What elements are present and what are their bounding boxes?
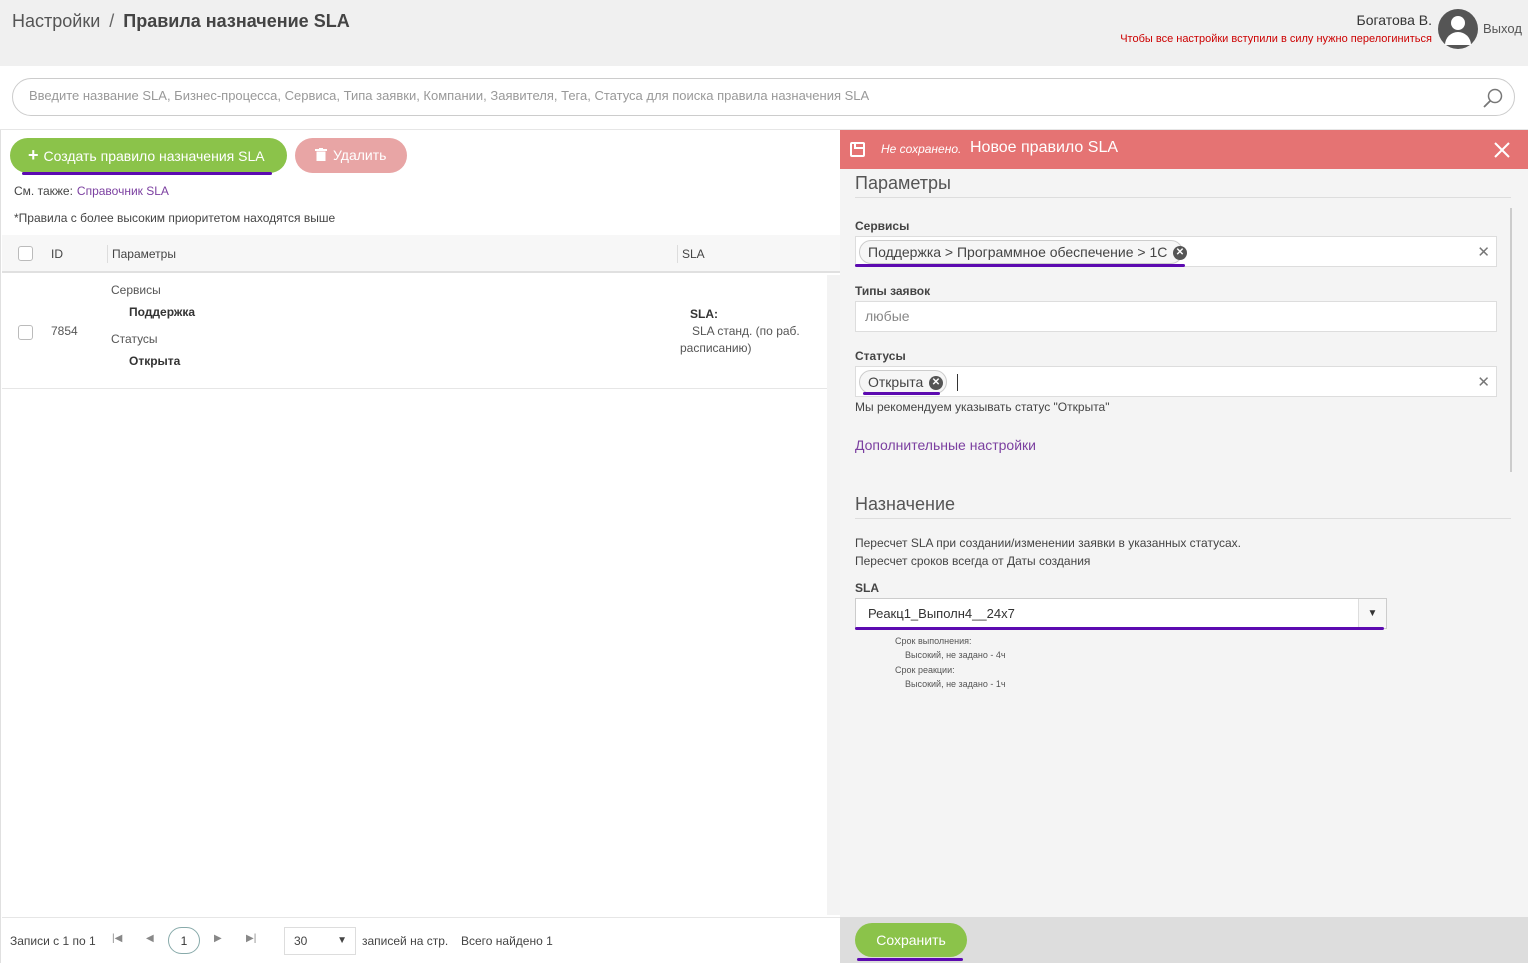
recalc-note-1: Пересчет SLA при создании/изменении заяв… xyxy=(855,536,1241,550)
row-id: 7854 xyxy=(51,324,78,338)
row-sla-value: SLA станд. (по раб. xyxy=(692,324,800,338)
pagination-bar: Записи с 1 по 1 |◀ ◀ 1 ▶ ▶| 30 ▼ записей … xyxy=(2,917,841,963)
row-checkbox[interactable] xyxy=(18,325,33,340)
ticket-types-field[interactable]: любые xyxy=(855,301,1497,332)
row-sla-value-cont: расписанию) xyxy=(680,341,752,355)
services-chip[interactable]: Поддержка > Программное обеспечение > 1С… xyxy=(859,240,1187,264)
close-icon[interactable] xyxy=(1492,140,1512,160)
divider xyxy=(855,197,1511,198)
sla-label: SLA xyxy=(855,581,879,595)
current-page[interactable]: 1 xyxy=(168,927,200,954)
statuses-chip[interactable]: Открыта ✕ xyxy=(859,370,947,394)
highlight-underline xyxy=(855,627,1384,630)
params-section-title: Параметры xyxy=(855,173,951,193)
table-header: ID Параметры SLA xyxy=(2,235,841,273)
avatar[interactable] xyxy=(1438,9,1478,49)
see-also: См. также: Справочник SLA xyxy=(14,184,169,198)
list-scrollbar[interactable] xyxy=(827,275,841,915)
row-statuses-label: Статусы xyxy=(111,332,158,346)
exec-term-value: Высокий, не задано - 4ч xyxy=(905,650,1006,660)
breadcrumb: Настройки / Правила назначение SLA xyxy=(12,11,350,32)
first-page-icon[interactable]: |◀ xyxy=(112,933,122,944)
search-icon[interactable] xyxy=(1482,87,1504,109)
top-bar: Настройки / Правила назначение SLA Богатов… xyxy=(0,0,1528,66)
plus-icon: + xyxy=(28,145,39,165)
save-button[interactable]: Сохранить xyxy=(855,923,967,957)
search-input[interactable] xyxy=(29,88,1469,103)
clear-icon[interactable]: ✕ xyxy=(1477,373,1490,391)
services-field[interactable]: Поддержка > Программное обеспечение > 1С… xyxy=(855,236,1497,267)
last-page-icon[interactable]: ▶| xyxy=(246,933,256,944)
create-rule-button[interactable]: + Создать правило назначения SLA xyxy=(10,138,287,173)
search-box xyxy=(12,78,1515,116)
exec-term-label: Срок выполнения: xyxy=(895,636,972,646)
chevron-down-icon: ▼ xyxy=(337,935,347,946)
rules-list-pane: + Создать правило назначения SLA Удалить … xyxy=(0,130,841,963)
next-page-icon[interactable]: ▶ xyxy=(214,933,222,944)
relogin-warning: Чтобы все настройки вступили в силу нужн… xyxy=(1120,33,1432,45)
column-sla[interactable]: SLA xyxy=(682,247,705,261)
search-bar xyxy=(0,66,1528,130)
text-cursor xyxy=(957,374,958,391)
divider xyxy=(855,518,1511,519)
panel-footer: Сохранить xyxy=(840,917,1528,963)
statuses-field[interactable]: Открыта ✕ ✕ xyxy=(855,366,1497,397)
rule-editor-panel: Не сохранено. Новое правило SLA Параметр… xyxy=(840,130,1528,963)
total-found: Всего найдено 1 xyxy=(461,934,553,948)
panel-header: Не сохранено. Новое правило SLA xyxy=(840,130,1528,169)
advanced-settings-link[interactable]: Дополнительные настройки xyxy=(855,437,1036,453)
assign-section-title: Назначение xyxy=(855,494,956,514)
sla-reference-link[interactable]: Справочник SLA xyxy=(77,184,169,198)
ticket-types-label: Типы заявок xyxy=(855,284,931,298)
chevron-down-icon[interactable]: ▼ xyxy=(1358,599,1386,628)
table-row[interactable]: 7854 Сервисы Поддержка Статусы Открыта S… xyxy=(2,275,827,389)
row-sla-label: SLA: xyxy=(690,307,718,321)
delete-button[interactable]: Удалить xyxy=(295,138,407,173)
highlight-underline xyxy=(863,392,940,395)
ticket-types-placeholder: любые xyxy=(865,308,910,324)
recalc-note-2: Пересчет сроков всегда от Даты создания xyxy=(855,554,1091,568)
save-icon xyxy=(850,142,865,157)
reaction-term-label: Срок реакции: xyxy=(895,665,955,675)
priority-note: *Правила с более высоким приоритетом нах… xyxy=(14,211,336,225)
logout-link[interactable]: Выход xyxy=(1483,21,1522,36)
remove-chip-icon[interactable]: ✕ xyxy=(929,376,943,390)
per-page-label: записей на стр. xyxy=(362,934,449,948)
remove-chip-icon[interactable]: ✕ xyxy=(1173,246,1187,260)
per-page-select[interactable]: 30 ▼ xyxy=(284,927,356,955)
row-services-value: Поддержка xyxy=(129,305,196,319)
statuses-hint: Мы рекомендуем указывать статус "Открыта… xyxy=(855,400,1110,414)
panel-scrollbar[interactable] xyxy=(1510,208,1512,472)
page-title: Правила назначение SLA xyxy=(123,11,350,31)
clear-icon[interactable]: ✕ xyxy=(1477,243,1490,261)
reaction-term-value: Высокий, не задано - 1ч xyxy=(905,679,1006,689)
highlight-underline xyxy=(22,172,272,175)
unsaved-status: Не сохранено. xyxy=(881,142,962,156)
highlight-underline xyxy=(857,958,963,961)
create-rule-label: Создать правило назначения SLA xyxy=(43,148,265,164)
user-name: Богатова В. xyxy=(1356,12,1432,28)
row-statuses-value: Открыта xyxy=(129,354,181,368)
highlight-underline xyxy=(855,264,1185,267)
breadcrumb-root[interactable]: Настройки xyxy=(12,11,100,31)
statuses-label: Статусы xyxy=(855,349,906,363)
breadcrumb-separator: / xyxy=(109,11,115,31)
delete-label: Удалить xyxy=(333,147,387,163)
services-label: Сервисы xyxy=(855,219,910,233)
select-all-checkbox[interactable] xyxy=(18,246,33,261)
trash-icon xyxy=(315,148,327,161)
prev-page-icon[interactable]: ◀ xyxy=(146,933,154,944)
column-id[interactable]: ID xyxy=(51,247,63,261)
records-range: Записи с 1 по 1 xyxy=(10,934,96,948)
row-services-label: Сервисы xyxy=(111,283,161,297)
column-parameters[interactable]: Параметры xyxy=(112,247,176,261)
panel-title: Новое правило SLA xyxy=(970,139,1119,156)
sla-select[interactable]: Реакц1_Выполн4__24x7 ▼ xyxy=(855,598,1387,629)
